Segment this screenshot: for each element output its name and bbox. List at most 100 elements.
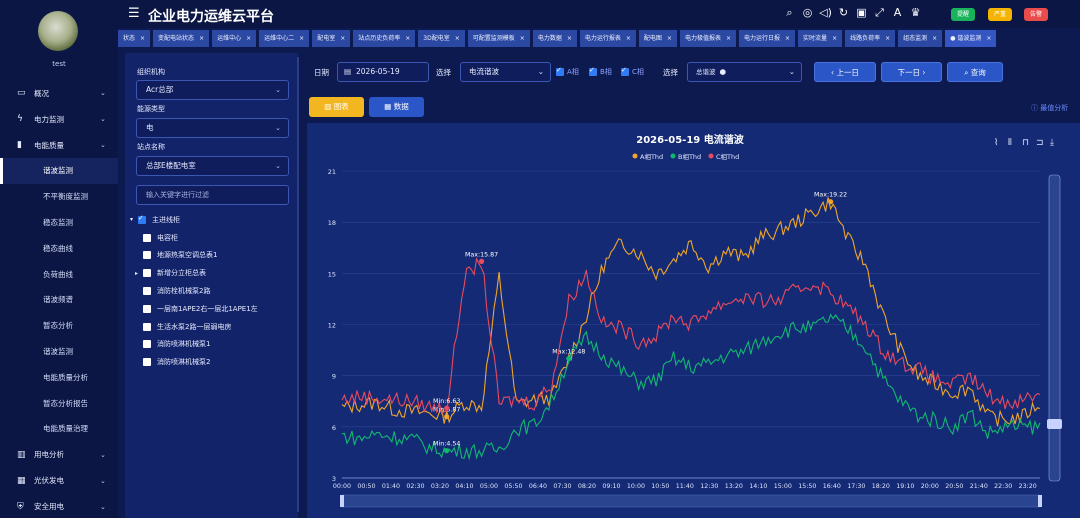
sidebar-item[interactable]: 稳态监测 <box>0 210 118 236</box>
sidebar-group-2[interactable]: ▮ 电能质量 ⌄ <box>0 132 118 158</box>
tree-node[interactable]: 一层南1APE2右一层北1APE1左 <box>130 300 295 318</box>
sidebar-group-15[interactable]: ▦ 光伏发电 ⌄ <box>0 468 118 494</box>
close-icon[interactable]: × <box>520 35 525 42</box>
sidebar-item[interactable]: 谐波监测 <box>0 158 118 184</box>
theme-icon[interactable]: ♛ <box>909 6 922 20</box>
close-icon[interactable]: × <box>726 35 731 42</box>
checkbox-icon[interactable] <box>143 233 151 242</box>
close-icon[interactable]: × <box>455 35 460 42</box>
sidebar-item[interactable]: 电能质量分析 <box>0 364 118 390</box>
refresh-icon[interactable]: ↻ <box>837 6 850 20</box>
tab-item[interactable]: 3D配电室 × <box>418 30 465 47</box>
checkbox-icon[interactable] <box>143 269 151 278</box>
caret-right-icon[interactable]: ▸ <box>135 270 143 277</box>
menu-toggle-icon[interactable]: ☰ <box>128 6 140 21</box>
tab-item[interactable]: 组态监测 × <box>898 30 943 47</box>
save-icon[interactable]: ▣ <box>855 6 868 20</box>
tab-item[interactable]: 电力运行日报 × <box>739 30 796 47</box>
checkbox-icon[interactable] <box>143 358 151 367</box>
help-icon[interactable]: ◎ <box>801 6 814 20</box>
sidebar-item[interactable]: 谐波监测 <box>0 339 118 365</box>
sidebar-item[interactable]: 稳态曲线 <box>0 235 118 261</box>
sidebar-item[interactable]: 谐波频谱 <box>0 287 118 313</box>
sidebar-item[interactable]: 暂态分析 <box>0 313 118 339</box>
tab-item[interactable]: 运维中心 × <box>212 30 257 47</box>
tab-item[interactable]: 线路负荷率 × <box>845 30 896 47</box>
tree-node[interactable]: 地源热泵空调总表1 <box>130 247 295 265</box>
sidebar-group-0[interactable]: ▭ 概况 ⌄ <box>0 80 118 106</box>
fullscreen-icon[interactable]: ⤢ <box>873 6 886 20</box>
tree-node[interactable]: 消防喷淋机械泵2 <box>130 353 295 371</box>
tab-item[interactable]: ● 谐波监测 × <box>945 30 997 47</box>
tab-item[interactable]: 电力运行报表 × <box>579 30 636 47</box>
close-icon[interactable]: × <box>299 35 304 42</box>
sidebar-item[interactable]: 不平衡度监测 <box>0 184 118 210</box>
panel-scrollbar[interactable] <box>297 57 299 512</box>
tree-node[interactable]: 消防喷淋机械泵1 <box>130 336 295 354</box>
tree-node[interactable]: ▸ 新增分立柜总表 <box>130 264 295 282</box>
tab-item[interactable]: 状态 × <box>118 30 151 47</box>
close-icon[interactable]: × <box>785 35 790 42</box>
phase-b-checkbox[interactable]: B相 <box>589 66 612 77</box>
tree-filter-input[interactable]: 输入关键字进行过滤 <box>136 185 289 205</box>
close-icon[interactable]: × <box>246 35 251 42</box>
next-day-button[interactable]: 下一日 › <box>881 62 942 82</box>
checkbox-icon[interactable] <box>143 340 151 349</box>
close-icon[interactable]: × <box>567 35 572 42</box>
caret-down-icon[interactable]: ▾ <box>130 216 138 223</box>
search-icon[interactable]: ⌕ <box>783 6 796 20</box>
checkbox-icon[interactable] <box>143 322 151 331</box>
phase-a-checkbox[interactable]: A相 <box>556 66 579 77</box>
speaker-icon[interactable]: ◁) <box>819 6 832 20</box>
harmonic-type-select[interactable]: 电流谐波 ⌄ <box>460 62 551 82</box>
tab-item[interactable]: 电力数据 × <box>532 30 577 47</box>
harmonic-order-select[interactable]: 总谐波 ● ⌄ <box>687 62 802 82</box>
checkbox-icon[interactable] <box>143 251 151 260</box>
close-icon[interactable]: × <box>199 35 204 42</box>
tree-node[interactable]: 生活水泵2路一层弱电房 <box>130 318 295 336</box>
close-circle-icon[interactable]: ● <box>720 67 727 76</box>
sidebar-item[interactable]: 电能质量治理 <box>0 416 118 442</box>
extreme-analysis-link[interactable]: ⓘ 最值分析 <box>1031 103 1068 113</box>
badge-alarm[interactable]: 告警 <box>1024 8 1048 21</box>
close-icon[interactable]: × <box>932 35 937 42</box>
tab-item[interactable]: 电力极值报表 × <box>679 30 736 47</box>
font-icon[interactable]: A <box>891 6 904 20</box>
checkbox-icon[interactable] <box>143 287 151 296</box>
tab-item[interactable]: 可配置监测模板 × <box>467 30 530 47</box>
badge-info[interactable]: 提醒 <box>951 8 975 21</box>
tab-item[interactable]: 运维中心二 × <box>259 30 310 47</box>
close-icon[interactable]: × <box>986 35 991 42</box>
tree-root[interactable]: ▾ 主进线柜 <box>130 211 295 229</box>
close-icon[interactable]: × <box>405 35 410 42</box>
org-select[interactable]: Acr总部 ⌄ <box>136 80 289 100</box>
tab-item[interactable]: 配电室 × <box>312 30 351 47</box>
chart-view-button[interactable]: ▥ 图表 <box>309 97 364 117</box>
close-icon[interactable]: × <box>667 35 672 42</box>
checkbox-icon[interactable] <box>143 304 151 313</box>
sidebar-group-16[interactable]: ⛨ 安全用电 ⌄ <box>0 494 118 518</box>
sidebar-item[interactable]: 负荷曲线 <box>0 261 118 287</box>
tree-node[interactable]: 电容柜 <box>130 229 295 247</box>
query-button[interactable]: ⌕ 查询 <box>947 62 1003 82</box>
prev-day-button[interactable]: ‹ 上一日 <box>814 62 876 82</box>
sidebar-group-1[interactable]: ϟ 电力监测 ⌄ <box>0 106 118 132</box>
sidebar-item[interactable]: 暂态分析报告 <box>0 390 118 416</box>
close-icon[interactable]: × <box>832 35 837 42</box>
close-icon[interactable]: × <box>885 35 890 42</box>
tab-item[interactable]: 变配电站状态 × <box>153 30 210 47</box>
date-input[interactable]: ▤ 2026-05-19 <box>337 62 429 82</box>
close-icon[interactable]: × <box>626 35 631 42</box>
checkbox-icon[interactable] <box>138 214 146 224</box>
sidebar-group-14[interactable]: ▥ 用电分析 ⌄ <box>0 442 118 468</box>
badge-serious[interactable]: 严重 <box>988 8 1012 21</box>
tree-node[interactable]: 消防栓机械泵2路 <box>130 282 295 300</box>
tab-item[interactable]: 站点历史负荷率 × <box>353 30 416 47</box>
avatar[interactable] <box>38 11 78 51</box>
close-icon[interactable]: × <box>340 35 345 42</box>
phase-c-checkbox[interactable]: C相 <box>621 66 644 77</box>
tab-item[interactable]: 实时流量 × <box>798 30 843 47</box>
data-view-button[interactable]: ▦ 数据 <box>369 97 424 117</box>
close-icon[interactable]: × <box>140 35 145 42</box>
tab-item[interactable]: 配电图 × <box>638 30 677 47</box>
